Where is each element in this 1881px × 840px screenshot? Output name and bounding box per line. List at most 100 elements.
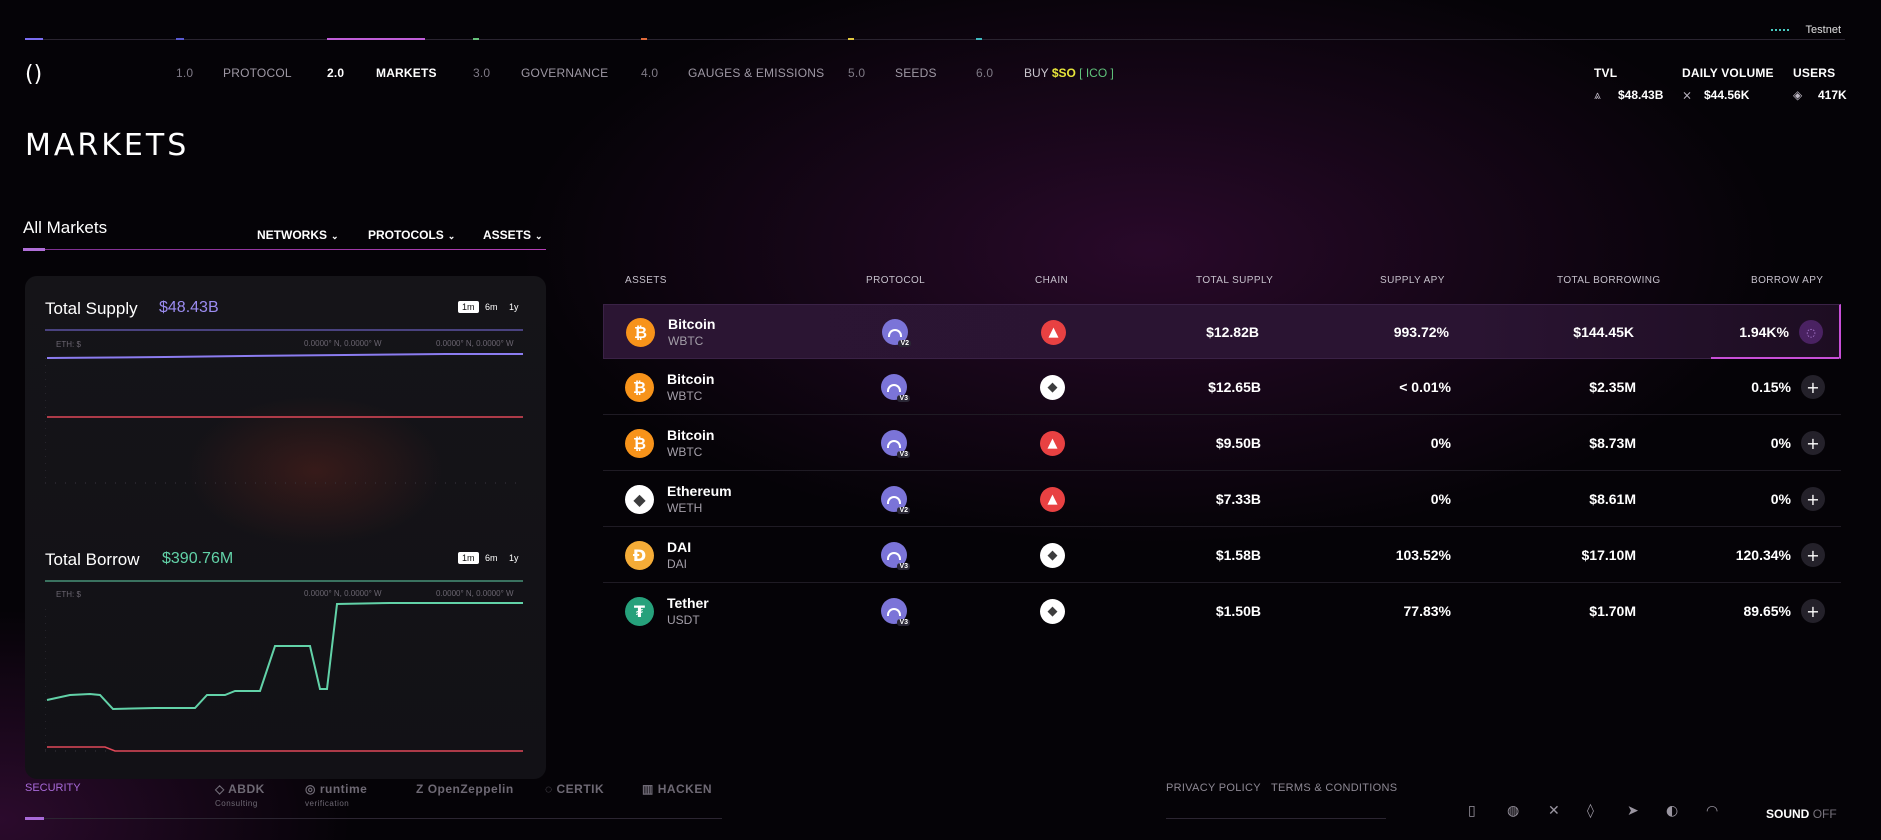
hacken-name: HACKEN [657, 782, 713, 796]
asset-symbol: WETH [667, 501, 703, 515]
nav-item-buy[interactable]: BUY $SO [ ICO ] [1024, 66, 1114, 80]
header-assets[interactable]: ASSETS [625, 275, 667, 286]
ethereum-icon: ◆ [625, 485, 654, 514]
borrow-range-1y[interactable]: 1y [505, 552, 523, 564]
abdk-sub: Consulting [215, 798, 258, 808]
protocol-version: V3 [897, 395, 910, 402]
add-button[interactable]: + [1801, 431, 1825, 455]
nav-item-markets[interactable]: MARKETS [376, 66, 437, 80]
users-icon: ◈ [1793, 88, 1803, 102]
tab-all-markets[interactable]: All Markets [23, 218, 107, 238]
nav-item-governance[interactable]: GOVERNANCE [521, 66, 608, 80]
protocol-icon: V2 [882, 319, 911, 347]
total-borrowing: $2.35M [1589, 379, 1636, 395]
total-supply: $9.50B [1215, 435, 1261, 451]
table-row[interactable]: Đ DAI DAI V3 ◆ $1.58B 103.52% $17.10M 12… [603, 528, 1841, 583]
total-borrowing: $144.45K [1573, 324, 1634, 340]
protocol-version: V2 [897, 507, 910, 514]
chevron-down-icon: ⌄ [447, 231, 456, 241]
certik-icon: ◌ [545, 782, 553, 796]
auditor-abdk[interactable]: ◇ ABDK Consulting [215, 782, 265, 810]
docs-icon[interactable]: ▯ [1468, 803, 1476, 819]
avalanche-icon: ▲ [1041, 320, 1066, 345]
daily-volume-value: $44.56K [1704, 88, 1750, 102]
abdk-icon: ◇ [215, 782, 225, 796]
asset-name: Tether [667, 595, 709, 611]
page-title: MARKETS [25, 128, 190, 163]
bitcoin-icon: ₿ [625, 373, 654, 402]
header-supply-apy[interactable]: SUPPLY APY [1380, 275, 1445, 286]
asset-symbol: WBTC [667, 389, 703, 403]
logo[interactable]: () [25, 62, 45, 87]
total-borrowing: $8.61M [1589, 491, 1636, 507]
auditor-certik[interactable]: ◌ CERTIK [545, 782, 604, 796]
protocol-version: V3 [897, 451, 910, 458]
gitbook-icon[interactable]: ◊ [1587, 803, 1594, 819]
add-button[interactable]: + [1801, 599, 1825, 623]
total-borrowing: $8.73M [1589, 435, 1636, 451]
add-button[interactable]: + [1801, 487, 1825, 511]
github-icon[interactable]: ◐ [1666, 803, 1678, 819]
header-total-supply[interactable]: TOTAL SUPPLY [1196, 275, 1273, 286]
supply-range-1m[interactable]: 1m [458, 301, 479, 313]
bitcoin-icon: ₿ [625, 429, 654, 458]
protocol-icon: V3 [881, 598, 910, 626]
table-row[interactable]: ₿ Bitcoin WBTC V3 ◆ $12.65B < 0.01% $2.3… [603, 360, 1841, 415]
assets-filter[interactable]: ASSETS ⌄ [483, 228, 543, 242]
x-icon[interactable]: ✕ [1548, 803, 1560, 819]
telegram-icon[interactable]: ➤ [1627, 803, 1639, 819]
networks-filter[interactable]: NETWORKS ⌄ [257, 228, 339, 242]
add-button[interactable]: + [1801, 543, 1825, 567]
protocols-filter[interactable]: PROTOCOLS ⌄ [368, 228, 455, 242]
supply-apy: 103.52% [1395, 547, 1451, 563]
testnet-indicator-icon [1771, 29, 1789, 32]
nav-segment [327, 38, 425, 40]
header-chain[interactable]: CHAIN [1035, 275, 1068, 286]
nav-item-protocol[interactable]: PROTOCOL [223, 66, 292, 80]
users-value: 417K [1818, 88, 1847, 102]
discord-icon[interactable]: ◍ [1507, 803, 1519, 819]
nav-item-seeds[interactable]: SEEDS [895, 66, 937, 80]
header-total-borrowing[interactable]: TOTAL BORROWING [1557, 275, 1661, 286]
borrow-range-6m[interactable]: 6m [481, 552, 502, 564]
sound-state: OFF [1812, 807, 1837, 821]
asset-name: DAI [667, 539, 692, 555]
asset-symbol: WBTC [667, 445, 703, 459]
auditor-runtime[interactable]: ◎ runtime verification [305, 782, 367, 810]
sound-toggle[interactable]: SOUND OFF [1766, 807, 1837, 821]
total-supply: $12.65B [1208, 379, 1261, 395]
dai-icon: Đ [625, 541, 654, 570]
tvl-value: $48.43B [1618, 88, 1664, 102]
auditor-hacken[interactable]: ▥ HACKEN [642, 782, 712, 796]
header-borrow-apy[interactable]: BORROW APY [1751, 275, 1823, 286]
security-label: SECURITY [25, 782, 81, 794]
supply-chart [45, 329, 523, 484]
loading-spinner-icon[interactable]: ◌ [1799, 320, 1823, 344]
runtime-icon: ◎ [305, 782, 316, 796]
nav-item-gauges[interactable]: GAUGES & EMISSIONS [688, 66, 824, 80]
supply-range-6m[interactable]: 6m [481, 301, 502, 313]
chevron-down-icon: ⌄ [535, 231, 543, 241]
table-row[interactable]: ₮ Tether USDT V3 ◆ $1.50B 77.83% $1.70M … [603, 584, 1841, 639]
header-protocol[interactable]: PROTOCOL [866, 275, 925, 286]
table-row[interactable]: ₿ Bitcoin WBTC V3 ▲ $9.50B 0% $8.73M 0% … [603, 416, 1841, 471]
medium-icon[interactable]: ◠ [1706, 803, 1718, 819]
auditor-openzeppelin[interactable]: Z OpenZeppelin [416, 782, 514, 796]
table-row[interactable]: ◆ Ethereum WETH V2 ▲ $7.33B 0% $8.61M 0%… [603, 472, 1841, 527]
tether-icon: ₮ [625, 597, 654, 626]
nav-num-markets: 2.0 [327, 66, 345, 80]
privacy-policy-link[interactable]: PRIVACY POLICY [1166, 782, 1261, 794]
daily-volume-label: DAILY VOLUME [1682, 66, 1774, 80]
borrow-series-line [46, 602, 523, 711]
table-row[interactable]: ₿ Bitcoin WBTC V2 ▲ $12.82B 993.72% $144… [603, 304, 1841, 359]
terms-link[interactable]: TERMS & CONDITIONS [1271, 782, 1397, 794]
certik-name: CERTIK [556, 782, 605, 796]
network-badge[interactable]: Testnet [1806, 24, 1841, 36]
nav-segment [848, 38, 854, 40]
add-button[interactable]: + [1801, 375, 1825, 399]
avalanche-icon: ▲ [1040, 487, 1065, 512]
borrow-range-1m[interactable]: 1m [458, 552, 479, 564]
sound-label: SOUND [1766, 807, 1810, 821]
supply-range-1y[interactable]: 1y [505, 301, 523, 313]
borrow-apy: 1.94K% [1739, 324, 1789, 340]
